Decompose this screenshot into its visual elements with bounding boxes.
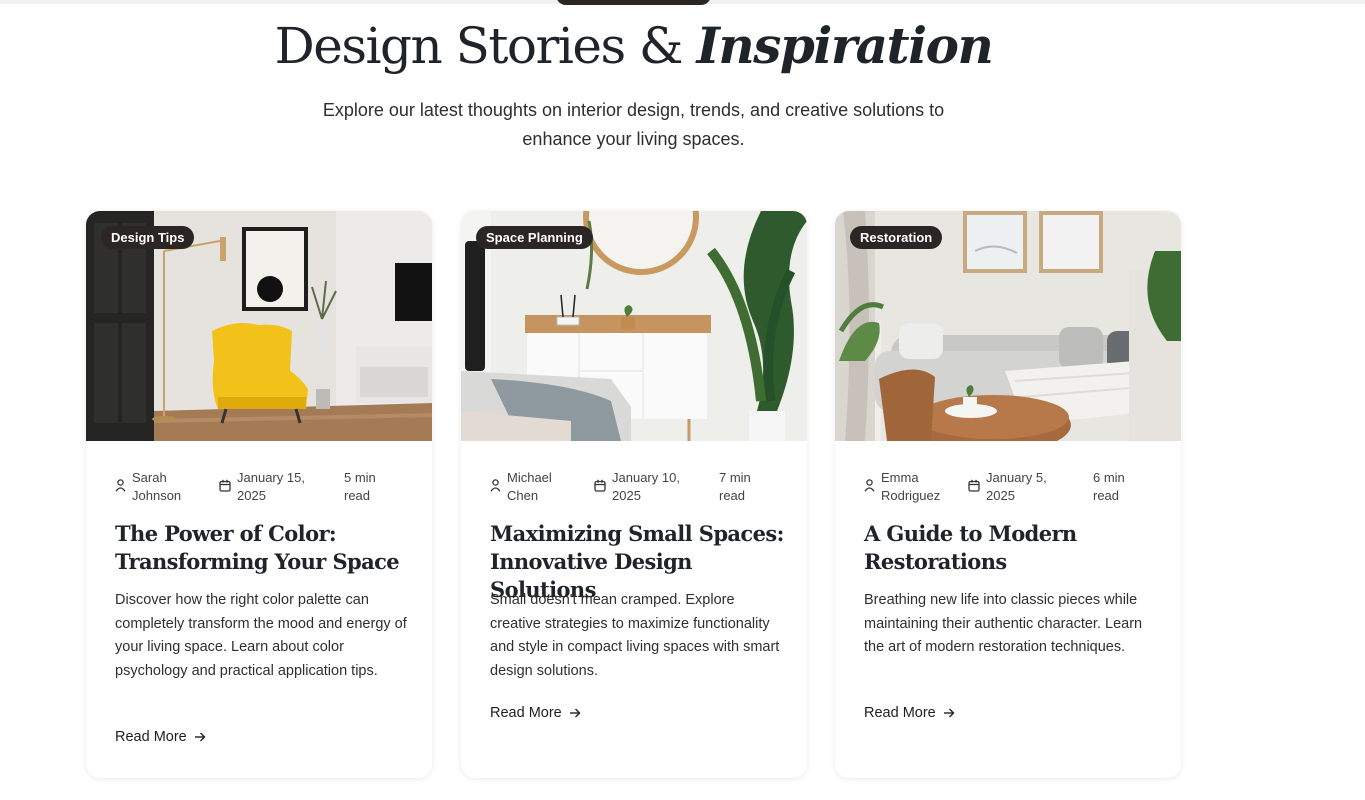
category-tag: Space Planning <box>476 226 593 249</box>
arrow-right-icon <box>569 708 581 718</box>
read-more-label: Read More <box>490 705 562 721</box>
card-title[interactable]: The Power of Color: Transforming Your Sp… <box>115 520 412 576</box>
card-title[interactable]: A Guide to Modern Restorations <box>864 520 1161 576</box>
card-image[interactable]: Space Planning <box>461 211 807 441</box>
card-image[interactable]: Design Tips <box>86 211 432 441</box>
author: Michael Chen <box>490 469 578 505</box>
card-excerpt: Breathing new life into classic pieces w… <box>864 592 1143 655</box>
read-more-link[interactable]: Read More <box>864 705 955 721</box>
arrow-right-icon <box>194 732 206 742</box>
calendar-icon <box>594 479 606 492</box>
read-more-link[interactable]: Read More <box>115 729 206 745</box>
nav-pill-edge <box>556 0 711 5</box>
card-meta: Sarah Johnson January 15, 2025 5 min rea… <box>115 469 412 509</box>
category-tag: Design Tips <box>101 226 195 249</box>
read-more-label: Read More <box>864 705 936 721</box>
read-time-text: 6 min read <box>1093 470 1125 503</box>
arrow-right-icon <box>943 708 955 718</box>
author-name: Emma Rodriguez <box>881 470 941 503</box>
blog-card: Design Tips Sarah Johnson January 15, 20… <box>86 211 432 778</box>
user-icon <box>490 479 501 492</box>
card-meta: Michael Chen January 10, 2025 7 min read <box>490 469 787 509</box>
publish-date: January 10, 2025 <box>594 469 704 505</box>
publish-date: January 5, 2025 <box>968 469 1078 505</box>
date-text: January 15, 2025 <box>237 470 305 503</box>
read-more-link[interactable]: Read More <box>490 705 581 721</box>
blog-card: Restoration Emma Rodriguez January 5, 20… <box>835 211 1181 778</box>
read-time: 7 min read <box>719 469 779 505</box>
page-title: Design Stories & Inspiration <box>0 14 1267 78</box>
publish-date: January 15, 2025 <box>219 469 329 505</box>
user-icon <box>115 479 126 492</box>
read-more-label: Read More <box>115 729 187 745</box>
calendar-icon <box>219 479 231 492</box>
calendar-icon <box>968 479 980 492</box>
date-text: January 10, 2025 <box>612 470 680 503</box>
card-meta: Emma Rodriguez January 5, 2025 6 min rea… <box>864 469 1161 509</box>
author: Sarah Johnson <box>115 469 203 505</box>
read-time: 5 min read <box>344 469 404 505</box>
author: Emma Rodriguez <box>864 469 952 505</box>
page-subtitle: Explore our latest thoughts on interior … <box>322 100 945 149</box>
card-excerpt: Small doesn't mean cramped. Explore crea… <box>490 592 780 679</box>
author-name: Michael Chen <box>507 470 552 503</box>
date-text: January 5, 2025 <box>986 470 1047 503</box>
page-title-accent: Inspiration <box>696 16 993 75</box>
read-time-text: 5 min read <box>344 470 376 503</box>
card-image[interactable]: Restoration <box>835 211 1181 441</box>
author-name: Sarah Johnson <box>132 470 182 503</box>
category-tag: Restoration <box>850 226 943 249</box>
read-time-text: 7 min read <box>719 470 751 503</box>
page-title-regular: Design Stories & <box>274 17 684 75</box>
user-icon <box>864 479 875 492</box>
read-time: 6 min read <box>1093 469 1153 505</box>
card-excerpt: Discover how the right color palette can… <box>115 592 407 679</box>
blog-card: Space Planning Michael Chen January 10, … <box>461 211 807 778</box>
